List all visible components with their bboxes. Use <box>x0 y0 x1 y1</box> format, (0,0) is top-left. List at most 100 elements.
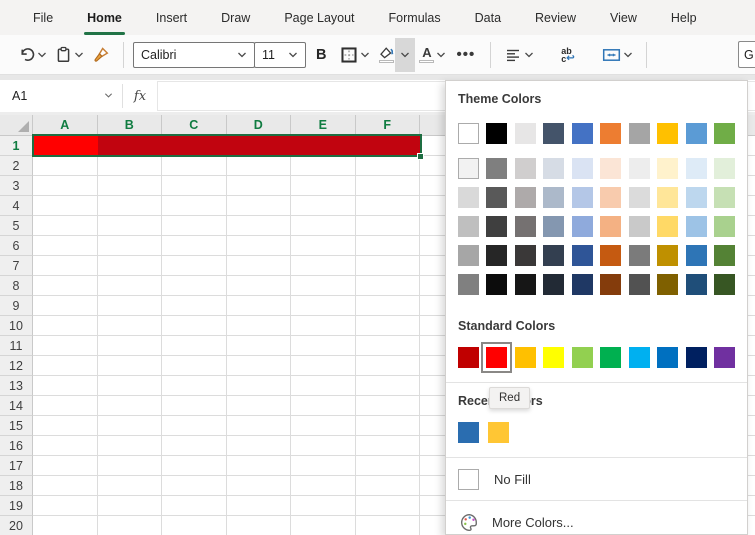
row-header-6[interactable]: 6 <box>0 236 33 256</box>
more-colors-option[interactable]: More Colors... <box>458 509 735 535</box>
fill-color-dropdown-toggle[interactable] <box>395 38 415 72</box>
cell-C1[interactable] <box>162 136 227 156</box>
row-header-20[interactable]: 20 <box>0 516 33 535</box>
cell-C3[interactable] <box>162 176 227 196</box>
theme-tint-swatch-4-8[interactable] <box>686 274 707 295</box>
theme-tint-swatch-3-9[interactable] <box>714 245 735 266</box>
theme-tint-swatch-4-7[interactable] <box>657 274 678 295</box>
theme-tint-swatch-4-2[interactable] <box>515 274 536 295</box>
cell-A8[interactable] <box>33 276 98 296</box>
row-header-14[interactable]: 14 <box>0 396 33 416</box>
font-color-button[interactable]: A <box>415 39 450 71</box>
theme-tint-swatch-4-0[interactable] <box>458 274 479 295</box>
insert-function-button[interactable]: fx <box>123 80 157 112</box>
tab-home[interactable]: Home <box>70 0 139 35</box>
theme-tint-swatch-4-4[interactable] <box>572 274 593 295</box>
cell-C13[interactable] <box>162 376 227 396</box>
row-header-3[interactable]: 3 <box>0 176 33 196</box>
cell-E16[interactable] <box>291 436 356 456</box>
standard-color-swatch-9[interactable] <box>714 347 735 368</box>
cell-F15[interactable] <box>356 416 421 436</box>
cell-D7[interactable] <box>227 256 292 276</box>
theme-tint-swatch-1-0[interactable] <box>458 187 479 208</box>
row-header-15[interactable]: 15 <box>0 416 33 436</box>
recent-color-swatch-1[interactable] <box>488 422 509 443</box>
undo-chevron-icon[interactable] <box>37 50 47 60</box>
standard-color-swatch-8[interactable] <box>686 347 707 368</box>
theme-tint-swatch-3-5[interactable] <box>600 245 621 266</box>
cell-D5[interactable] <box>227 216 292 236</box>
cell-A2[interactable] <box>33 156 98 176</box>
cell-B18[interactable] <box>98 476 163 496</box>
cell-D20[interactable] <box>227 516 292 535</box>
theme-tint-swatch-2-2[interactable] <box>515 216 536 237</box>
cell-D16[interactable] <box>227 436 292 456</box>
cell-E13[interactable] <box>291 376 356 396</box>
standard-color-swatch-3[interactable] <box>543 347 564 368</box>
theme-tint-swatch-3-3[interactable] <box>543 245 564 266</box>
cell-F11[interactable] <box>356 336 421 356</box>
theme-color-swatch-0[interactable] <box>458 123 479 144</box>
cell-F4[interactable] <box>356 196 421 216</box>
cell-B12[interactable] <box>98 356 163 376</box>
theme-color-swatch-9[interactable] <box>714 123 735 144</box>
cell-D2[interactable] <box>227 156 292 176</box>
standard-color-swatch-6[interactable] <box>629 347 650 368</box>
theme-tint-swatch-0-9[interactable] <box>714 158 735 179</box>
wrap-text-button[interactable]: ab c↩ <box>557 39 578 71</box>
cell-B3[interactable] <box>98 176 163 196</box>
cell-F13[interactable] <box>356 376 421 396</box>
theme-tint-swatch-1-3[interactable] <box>543 187 564 208</box>
cell-A1[interactable] <box>33 136 98 156</box>
tab-data[interactable]: Data <box>458 0 518 35</box>
cell-B15[interactable] <box>98 416 163 436</box>
theme-tint-swatch-3-7[interactable] <box>657 245 678 266</box>
standard-color-swatch-7[interactable] <box>657 347 678 368</box>
cell-E5[interactable] <box>291 216 356 236</box>
theme-color-swatch-5[interactable] <box>600 123 621 144</box>
theme-tint-swatch-3-8[interactable] <box>686 245 707 266</box>
cell-C6[interactable] <box>162 236 227 256</box>
cell-E9[interactable] <box>291 296 356 316</box>
tab-help[interactable]: Help <box>654 0 714 35</box>
cell-E10[interactable] <box>291 316 356 336</box>
cell-B1[interactable] <box>98 136 163 156</box>
theme-tint-swatch-1-5[interactable] <box>600 187 621 208</box>
paste-button[interactable] <box>51 39 88 71</box>
standard-color-swatch-1[interactable] <box>486 347 507 368</box>
cell-D1[interactable] <box>227 136 292 156</box>
cell-F2[interactable] <box>356 156 421 176</box>
cell-B5[interactable] <box>98 216 163 236</box>
theme-tint-swatch-1-2[interactable] <box>515 187 536 208</box>
cell-E12[interactable] <box>291 356 356 376</box>
cell-A15[interactable] <box>33 416 98 436</box>
cell-E6[interactable] <box>291 236 356 256</box>
cell-F20[interactable] <box>356 516 421 535</box>
theme-tint-swatch-2-1[interactable] <box>486 216 507 237</box>
theme-color-swatch-4[interactable] <box>572 123 593 144</box>
cell-C19[interactable] <box>162 496 227 516</box>
row-header-9[interactable]: 9 <box>0 296 33 316</box>
theme-tint-swatch-1-6[interactable] <box>629 187 650 208</box>
cell-A13[interactable] <box>33 376 98 396</box>
theme-tint-swatch-0-3[interactable] <box>543 158 564 179</box>
cell-C5[interactable] <box>162 216 227 236</box>
tab-file[interactable]: File <box>16 0 70 35</box>
row-header-5[interactable]: 5 <box>0 216 33 236</box>
cell-E17[interactable] <box>291 456 356 476</box>
cell-A16[interactable] <box>33 436 98 456</box>
theme-tint-swatch-4-6[interactable] <box>629 274 650 295</box>
theme-tint-swatch-4-9[interactable] <box>714 274 735 295</box>
theme-tint-swatch-3-0[interactable] <box>458 245 479 266</box>
row-header-11[interactable]: 11 <box>0 336 33 356</box>
theme-tint-swatch-2-9[interactable] <box>714 216 735 237</box>
cell-B2[interactable] <box>98 156 163 176</box>
theme-tint-swatch-3-2[interactable] <box>515 245 536 266</box>
cell-B16[interactable] <box>98 436 163 456</box>
cell-E4[interactable] <box>291 196 356 216</box>
cell-C8[interactable] <box>162 276 227 296</box>
cell-C12[interactable] <box>162 356 227 376</box>
row-header-10[interactable]: 10 <box>0 316 33 336</box>
font-size-select[interactable]: 11 <box>254 42 306 68</box>
alignment-button[interactable] <box>500 39 538 71</box>
